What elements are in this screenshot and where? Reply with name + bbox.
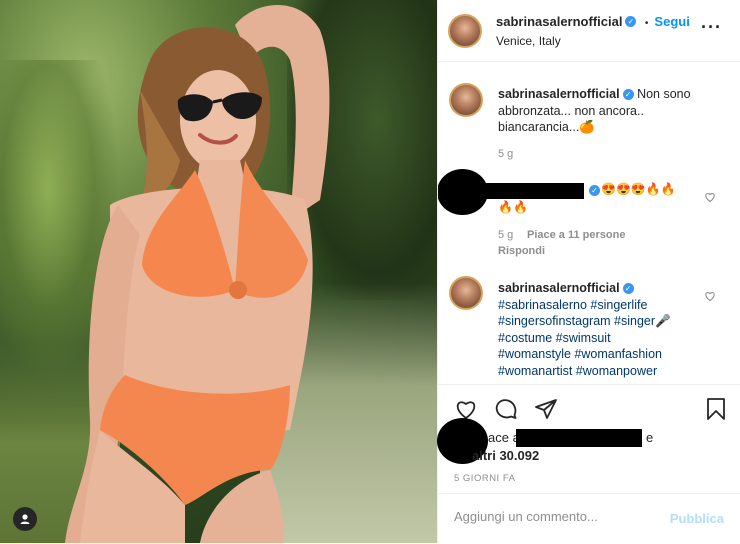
caption-time[interactable]: 5 g [498, 148, 513, 160]
share-icon[interactable] [534, 397, 558, 421]
likes-count[interactable]: altri 30.092 [472, 448, 539, 463]
user-icon [20, 514, 30, 524]
comment2-text: sabrinasalernofficial ✓ #sabrinasalerno #… [498, 280, 718, 379]
location-link[interactable]: Venice, Italy [496, 34, 690, 48]
verified-icon: ✓ [589, 185, 600, 196]
more-options-icon[interactable]: ··· [701, 18, 722, 36]
verified-icon: ✓ [625, 16, 637, 28]
like-comment-heart-icon[interactable] [704, 290, 716, 302]
header-separator: • [644, 18, 649, 29]
bookmark-icon[interactable] [704, 397, 728, 421]
add-comment-bar: Pubblica [438, 493, 740, 544]
comments-list: sabrinasalernofficial ✓ Non sono abbronza… [438, 62, 740, 384]
caption-username[interactable]: sabrinasalernofficial [498, 87, 620, 101]
caption-avatar[interactable] [449, 83, 483, 117]
hashtag-line[interactable]: #womanstyle #womanfashion [498, 347, 662, 361]
redacted-username [482, 183, 584, 199]
redacted-avatar [438, 169, 488, 215]
add-comment-input[interactable] [452, 508, 656, 525]
post-modal: sabrinasalernofficial ✓ • Segui Venice, It… [0, 0, 740, 543]
likes-suffix: e [646, 430, 654, 445]
caption-line2: abbronzata... non ancora.. [498, 103, 644, 118]
comment1-emojis-line2: 🔥🔥 [498, 200, 528, 214]
verified-icon: ✓ [622, 89, 634, 101]
caption-line3: biancarancia...🍊 [498, 120, 595, 134]
hashtag-line[interactable]: #sabrinasalerno #singerlife [498, 298, 647, 312]
caption-text: sabrinasalernofficial ✓ Non sono abbronza… [498, 86, 723, 136]
post-photo[interactable] [0, 0, 437, 543]
header-username[interactable]: sabrinasalernofficial [496, 14, 622, 29]
publish-button[interactable]: Pubblica [670, 511, 724, 526]
post-side-panel: sabrinasalernofficial ✓ • Segui Venice, It… [437, 0, 740, 543]
like-comment-heart-icon[interactable] [704, 191, 716, 203]
comment1-time[interactable]: 5 g [498, 229, 513, 241]
post-time[interactable]: 5 GIORNI FA [454, 473, 515, 484]
reply-button[interactable]: Rispondi [498, 245, 545, 257]
follow-button[interactable]: Segui [654, 14, 689, 29]
caption-line1: Non sono [637, 87, 691, 101]
comment2-username[interactable]: sabrinasalernofficial [498, 281, 620, 295]
comment1-likes[interactable]: Piace a 11 persone [527, 229, 625, 241]
post-header: sabrinasalernofficial ✓ • Segui Venice, It… [438, 0, 740, 62]
hashtag-line[interactable]: #singersofinstagram #singer🎤 [498, 314, 671, 328]
header-user-info: sabrinasalernofficial ✓ • Segui Venice, It… [496, 13, 690, 48]
post-actions: ace a e altri 30.092 5 GIORNI FA Pubblic… [437, 384, 740, 544]
verified-icon: ✓ [622, 283, 634, 295]
woman-figure [65, 5, 330, 543]
comment-icon[interactable] [494, 397, 518, 421]
hashtag-line[interactable]: #womanartist #womanpower [498, 364, 657, 378]
tagged-users-button[interactable] [13, 507, 37, 531]
hashtag-line[interactable]: #costume #swimsuit [498, 331, 611, 345]
comment1-emojis-line1: 😍😍😍🔥🔥 [601, 182, 676, 196]
avatar[interactable] [448, 13, 482, 48]
comment2-avatar[interactable] [449, 276, 483, 310]
redacted-liker-name [516, 429, 642, 447]
